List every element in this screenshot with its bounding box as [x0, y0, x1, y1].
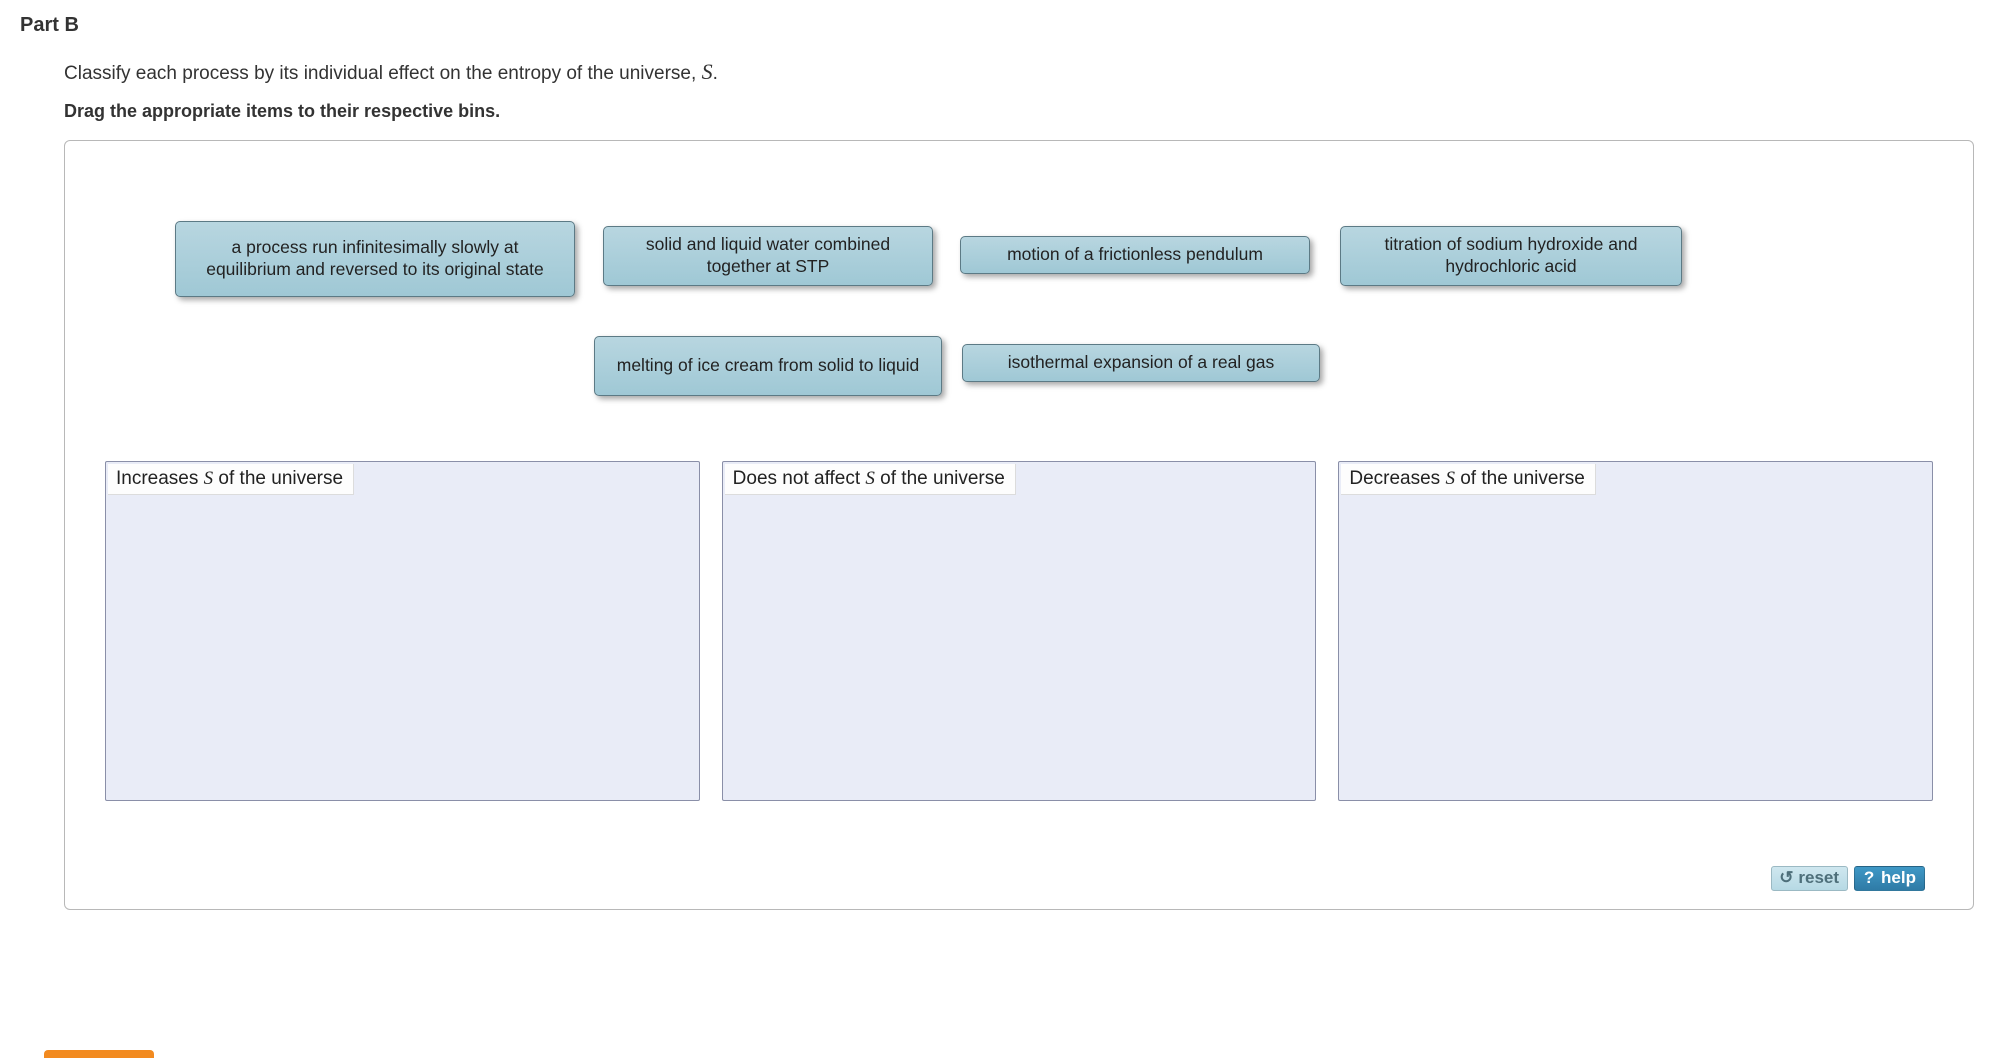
drag-item-melting-ice-cream[interactable]: melting of ice cream from solid to liqui… — [594, 336, 942, 396]
reset-icon: ↺ — [1778, 868, 1794, 888]
bin-label-decreases: Decreases S of the universe — [1341, 464, 1596, 495]
bin-decreases-s[interactable]: Decreases S of the universe — [1338, 461, 1933, 801]
question-prompt: Classify each process by its individual … — [64, 59, 1974, 85]
bin-label-pre: Increases — [116, 468, 204, 489]
drag-item-solid-liquid-water[interactable]: solid and liquid water combined together… — [603, 226, 933, 286]
drag-drop-workspace: a process run infinitesimally slowly at … — [64, 140, 1974, 910]
reset-label: reset — [1798, 868, 1839, 888]
workspace-footer: ↺ reset ? help — [1771, 866, 1925, 891]
bottom-orange-strip — [44, 1050, 154, 1058]
bin-label-var: S — [1445, 468, 1455, 489]
drag-item-frictionless-pendulum[interactable]: motion of a frictionless pendulum — [960, 236, 1310, 274]
chip-label: solid and liquid water combined together… — [616, 234, 920, 278]
reset-button[interactable]: ↺ reset — [1771, 866, 1848, 891]
chip-label: melting of ice cream from solid to liqui… — [617, 355, 919, 377]
bin-label-pre: Does not affect — [733, 468, 866, 489]
drag-item-isothermal-expansion[interactable]: isothermal expansion of a real gas — [962, 344, 1320, 382]
bin-label-post: of the universe — [213, 468, 343, 489]
prompt-text-pre: Classify each process by its individual … — [64, 63, 702, 84]
bin-label-var: S — [204, 468, 214, 489]
chip-label: motion of a frictionless pendulum — [1007, 244, 1263, 266]
draggable-items-area: a process run infinitesimally slowly at … — [65, 141, 1973, 441]
drop-bins-row: Increases S of the universe Does not aff… — [65, 461, 1973, 801]
bin-label-pre: Decreases — [1349, 468, 1445, 489]
chip-label: a process run infinitesimally slowly at … — [188, 237, 562, 281]
help-button[interactable]: ? help — [1854, 866, 1925, 891]
chip-label: titration of sodium hydroxide and hydroc… — [1353, 234, 1669, 278]
bin-label-var: S — [865, 468, 875, 489]
bin-label-post: of the universe — [875, 468, 1005, 489]
bin-label-increases: Increases S of the universe — [108, 464, 354, 495]
drag-item-titration[interactable]: titration of sodium hydroxide and hydroc… — [1340, 226, 1682, 286]
drag-item-process-reversed[interactable]: a process run infinitesimally slowly at … — [175, 221, 575, 297]
bin-increases-s[interactable]: Increases S of the universe — [105, 461, 700, 801]
bin-label-no-effect: Does not affect S of the universe — [725, 464, 1016, 495]
prompt-text-post: . — [713, 63, 718, 84]
bin-label-post: of the universe — [1455, 468, 1585, 489]
help-icon: ? — [1861, 868, 1877, 888]
bin-no-effect-s[interactable]: Does not affect S of the universe — [722, 461, 1317, 801]
part-title: Part B — [20, 14, 1974, 37]
help-label: help — [1881, 868, 1916, 888]
prompt-variable: S — [702, 59, 713, 84]
drag-instruction: Drag the appropriate items to their resp… — [64, 101, 1974, 122]
chip-label: isothermal expansion of a real gas — [1008, 352, 1275, 374]
